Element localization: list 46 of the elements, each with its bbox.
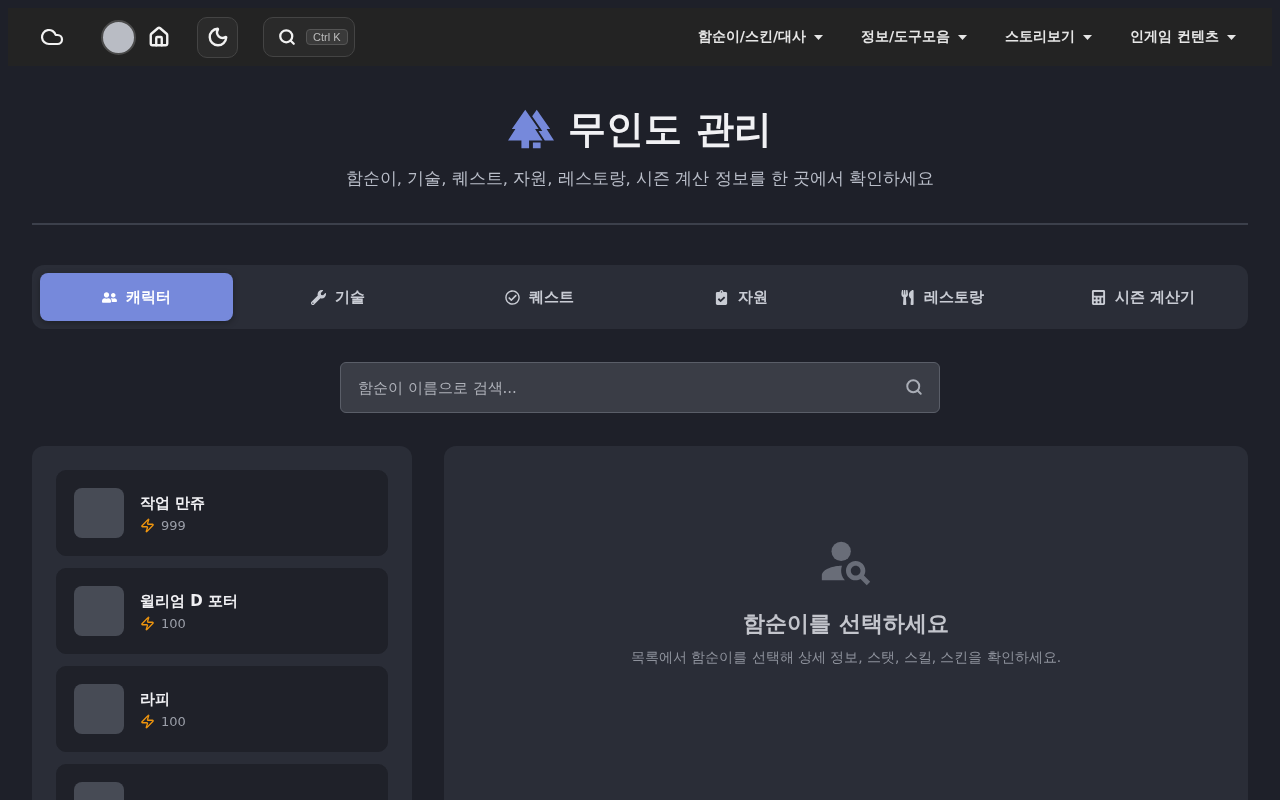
nav-menu[interactable]: 정보/도구모음 xyxy=(861,24,968,50)
character-name: 윌리엄 D 포터 xyxy=(140,591,238,611)
users-icon xyxy=(102,289,118,305)
lightning-icon xyxy=(140,615,155,631)
search-icon xyxy=(278,28,296,46)
caret-icon xyxy=(958,34,968,40)
search-icon xyxy=(905,378,923,396)
search-button[interactable]: Ctrl K xyxy=(263,17,355,57)
character-name: 라피 xyxy=(140,689,171,709)
search-field[interactable]: 함순이 이름으로 검색... xyxy=(340,362,940,413)
tab[interactable]: 레스토랑 xyxy=(845,273,1039,321)
caret-icon xyxy=(814,34,823,40)
calculator-icon xyxy=(1091,289,1107,305)
empty-state-title: 함순이를 선택하세요 xyxy=(743,610,949,638)
energy-value: 100 xyxy=(161,713,186,729)
character-card[interactable]: 윌리엄 D 포터 100 xyxy=(56,568,388,654)
tab[interactable]: 퀘스트 xyxy=(442,273,636,321)
fork-knife-icon xyxy=(900,289,915,305)
character-card[interactable]: 작업 만쥬 999 xyxy=(56,470,388,556)
tab[interactable]: 시즌 계산기 xyxy=(1046,273,1240,321)
nav-menu[interactable]: 함순이/스킨/대사 xyxy=(697,24,823,50)
tab[interactable]: 자원 xyxy=(644,273,838,321)
lightning-icon xyxy=(140,713,155,729)
avatar-placeholder[interactable] xyxy=(101,19,136,55)
moon-icon xyxy=(206,26,229,48)
nav-menu[interactable]: 스토리보기 xyxy=(1005,24,1093,50)
character-card[interactable]: 라피 100 xyxy=(56,666,388,752)
energy-value: 999 xyxy=(161,517,186,533)
page-title: 무인도 관리 xyxy=(568,106,772,153)
avatar-placeholder xyxy=(74,684,124,734)
nav-menu[interactable]: 인게임 컨텐츠 xyxy=(1130,24,1236,50)
lightning-icon xyxy=(140,517,155,533)
energy-value: 100 xyxy=(161,615,186,631)
caret-icon xyxy=(1227,34,1236,40)
page-subtitle: 함순이, 기술, 퀘스트, 자원, 레스토랑, 시즌 계산 정보를 한 곳에서 확인하세요 xyxy=(344,168,936,190)
tab[interactable]: 기술 xyxy=(241,273,435,321)
avatar-placeholder xyxy=(74,488,124,538)
avatar-placeholder xyxy=(74,586,124,636)
clipboard-check-icon xyxy=(713,289,729,305)
wrench-icon xyxy=(311,289,326,305)
moon-button[interactable] xyxy=(197,16,238,58)
home-icon[interactable] xyxy=(148,26,170,48)
shortcut-key: Ctrl K xyxy=(306,29,348,45)
caret-icon xyxy=(1083,34,1093,40)
empty-state-description: 목록에서 함순이를 선택해 상세 정보, 스탯, 스킬, 스킨을 확인하세요. xyxy=(630,649,1062,667)
character-name: 작업 만쥬 xyxy=(140,493,206,513)
